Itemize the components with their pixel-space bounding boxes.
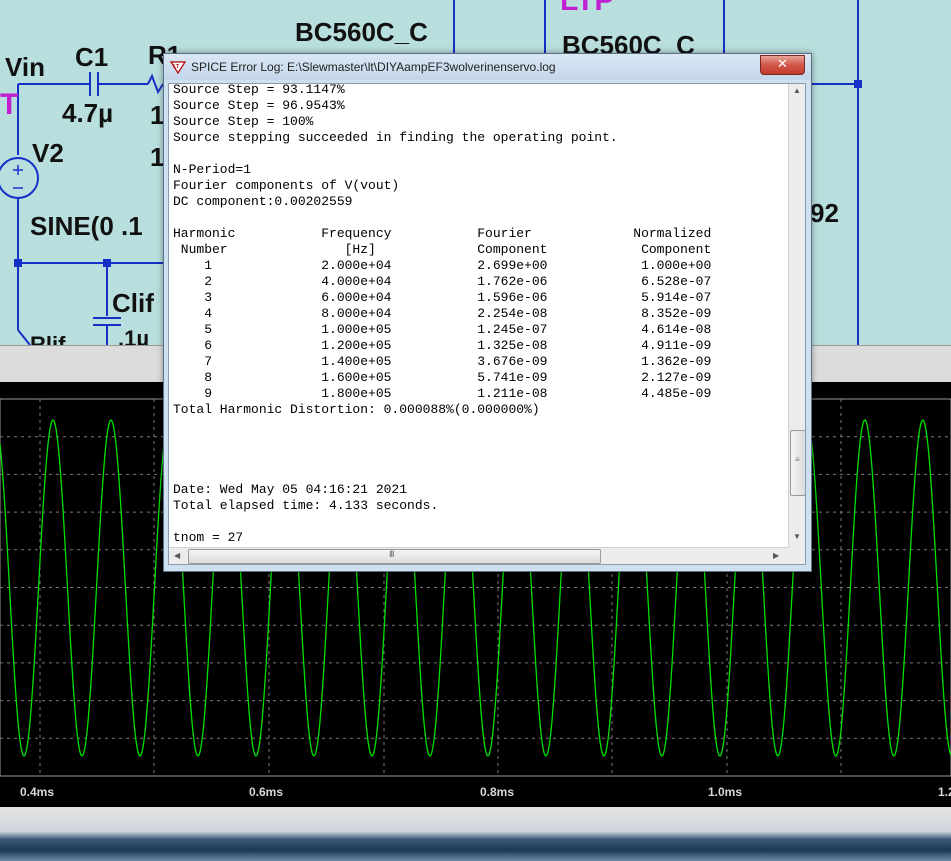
label-v2-source: SINE(0 .1 xyxy=(30,211,143,241)
scroll-down-arrow-icon[interactable]: ▼ xyxy=(793,532,801,541)
vertical-scrollbar[interactable]: ▲ ≡ ▼ xyxy=(788,84,805,547)
log-line: Source stepping succeeded in finding the… xyxy=(173,130,618,145)
scroll-left-arrow-icon[interactable]: ◀ xyxy=(174,551,180,560)
label-clif: Clif xyxy=(112,288,154,318)
dialog-title: SPICE Error Log: E:\Slewmaster\lt\DIYAam… xyxy=(191,60,556,74)
scroll-right-arrow-icon[interactable]: ▶ xyxy=(773,551,779,560)
vertical-scroll-thumb[interactable]: ≡ xyxy=(790,430,805,496)
log-line: 2 4.000e+04 1.762e-06 6.528e-07 xyxy=(173,274,712,289)
log-text[interactable]: Source Step = 93.1147% Source Step = 96.… xyxy=(173,83,712,564)
log-line: Total elapsed time: 4.133 seconds. xyxy=(173,498,439,513)
log-line: 7 1.400e+05 3.676e-09 1.362e-09 xyxy=(173,354,712,369)
log-line: 6 1.200e+05 1.325e-08 4.911e-09 xyxy=(173,338,712,353)
log-line: Source Step = 96.9543% xyxy=(173,98,345,113)
label-clif-value: .1µ xyxy=(118,326,150,345)
horizontal-scroll-thumb[interactable]: III xyxy=(188,549,601,564)
label-partial-magenta: T xyxy=(0,88,19,121)
log-line: Fourier components of V(vout) xyxy=(173,178,400,193)
close-button[interactable]: ✕ xyxy=(760,55,805,75)
log-line: 5 1.000e+05 1.245e-07 4.614e-08 xyxy=(173,322,712,337)
x-tick-label: 1.2 xyxy=(938,785,951,799)
ltspice-icon: LT xyxy=(170,61,186,75)
log-line: Date: Wed May 05 04:16:21 2021 xyxy=(173,482,408,497)
label-rlif: Rlif xyxy=(30,332,66,345)
x-tick-label: 0.4ms xyxy=(20,785,55,799)
log-text-area[interactable]: Source Step = 93.1147% Source Step = 96.… xyxy=(168,83,806,565)
label-bc560c-top: BC560C_C xyxy=(295,17,428,47)
log-line: DC component:0.00202559 xyxy=(173,194,353,209)
x-tick-label: 1.0ms xyxy=(708,785,743,799)
log-line: 1 2.000e+04 2.699e+00 1.000e+00 xyxy=(173,258,712,273)
taskbar-strip xyxy=(0,807,951,861)
horizontal-scrollbar[interactable]: ◀ III ▶ xyxy=(169,547,788,564)
scroll-up-arrow-icon[interactable]: ▲ xyxy=(793,86,801,95)
log-line: Total Harmonic Distortion: 0.000088%(0.0… xyxy=(173,402,540,417)
svg-text:LT: LT xyxy=(174,64,180,70)
label-vin: Vin xyxy=(5,52,45,82)
log-line: 4 8.000e+04 2.254e-08 8.352e-09 xyxy=(173,306,712,321)
x-tick-label: 0.6ms xyxy=(249,785,284,799)
label-v2: V2 xyxy=(32,138,64,168)
scroll-grip-icon: ≡ xyxy=(795,455,800,464)
log-line: Source Step = 93.1147% xyxy=(173,83,345,97)
log-line: 9 1.800e+05 1.211e-08 4.485e-09 xyxy=(173,386,712,401)
x-tick-label: 0.8ms xyxy=(480,785,515,799)
log-line: 8 1.600e+05 5.741e-09 2.127e-09 xyxy=(173,370,712,385)
scroll-grip-icon: III xyxy=(389,549,394,559)
log-line: tnom = 27 xyxy=(173,530,244,545)
label-ltp: LTP xyxy=(560,0,615,17)
spice-error-log-window[interactable]: LT SPICE Error Log: E:\Slewmaster\lt\DIY… xyxy=(163,53,812,572)
label-right-value: 92 xyxy=(810,198,839,228)
size-grip xyxy=(788,547,805,564)
label-c1: C1 xyxy=(75,42,109,72)
label-c1-value: 4.7µ xyxy=(62,98,114,128)
log-line: Number [Hz] Component Component xyxy=(173,242,712,257)
log-line: N-Period=1 xyxy=(173,162,252,177)
log-line: Harmonic Frequency Fourier Normalized xyxy=(173,226,712,241)
log-line: 3 6.000e+04 1.596e-06 5.914e-07 xyxy=(173,290,712,305)
dialog-titlebar[interactable]: LT SPICE Error Log: E:\Slewmaster\lt\DIY… xyxy=(164,54,811,80)
log-line: Source Step = 100% xyxy=(173,114,314,129)
